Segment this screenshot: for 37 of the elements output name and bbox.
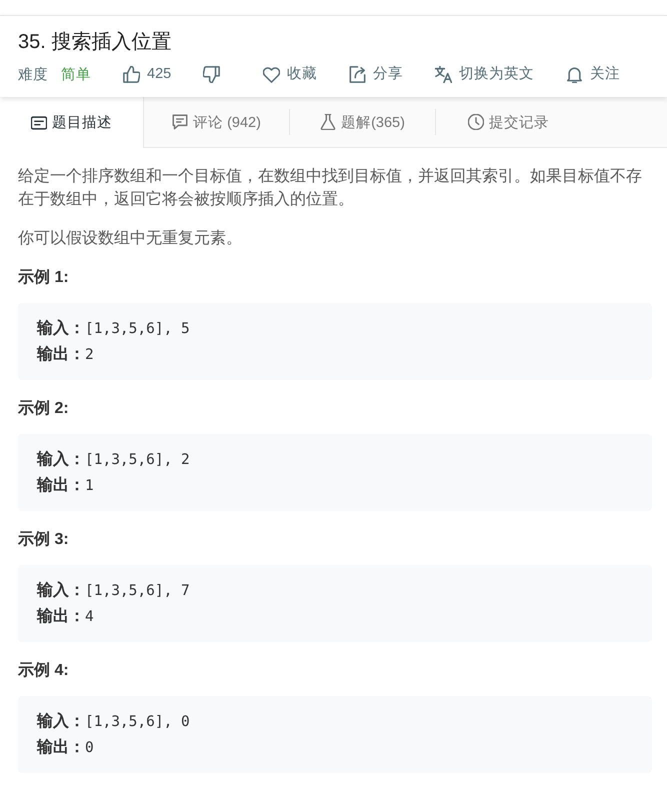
flask-icon <box>320 114 336 130</box>
clock-icon <box>468 114 484 130</box>
translate-button[interactable]: 切换为英文 <box>435 63 534 85</box>
thumbs-up-icon <box>123 66 140 82</box>
description-text: 给定一个排序数组和一个目标值，在数组中找到目标值，并返回其索引。如果目标值不存在于数组中，返回它将会被按顺序插入的位置。 <box>18 166 643 210</box>
example-heading: 示例 3: <box>18 530 70 550</box>
code-line: 输出：1 <box>37 476 95 496</box>
code-line: 输出：0 <box>37 738 95 758</box>
follow-button[interactable]: 关注 <box>566 63 620 85</box>
dislike-button[interactable] <box>203 66 220 82</box>
share-icon <box>349 66 366 82</box>
difficulty-value: 简单 <box>61 66 91 84</box>
like-button[interactable]: 425 <box>123 63 172 85</box>
thumbs-down-icon <box>203 66 220 82</box>
comment-icon <box>172 114 188 130</box>
description-tab[interactable]: 题目描述 <box>0 97 144 148</box>
code-line: 输入：[1,3,5,6], 5 <box>37 318 191 339</box>
share-button[interactable]: 分享 <box>349 63 404 85</box>
code-line: 输入：[1,3,5,6], 2 <box>37 449 191 470</box>
favorite-button[interactable]: 收藏 <box>263 63 318 85</box>
comments-tab[interactable]: 评论 (942) <box>144 97 289 147</box>
example-heading: 示例 1: <box>18 268 70 288</box>
solutions-tab[interactable]: 题解(365) <box>290 97 435 147</box>
heart-icon <box>263 66 280 82</box>
problem-title: 35. 搜索插入位置 <box>18 30 172 55</box>
code-line: 输入：[1,3,5,6], 7 <box>37 580 191 601</box>
example-heading: 示例 4: <box>18 661 70 681</box>
bell-icon <box>566 66 584 82</box>
example-heading: 示例 2: <box>18 399 70 419</box>
code-line: 输入：[1,3,5,6], 0 <box>37 711 191 732</box>
submissions-tab[interactable]: 提交记录 <box>436 97 581 147</box>
description-text: 你可以假设数组中无重复元素。 <box>18 228 243 249</box>
difficulty-label: 难度 <box>18 66 48 84</box>
code-line: 输出：4 <box>37 606 95 627</box>
card-icon <box>31 114 47 130</box>
code-line: 输出：2 <box>37 344 95 365</box>
translate-icon <box>435 66 452 82</box>
